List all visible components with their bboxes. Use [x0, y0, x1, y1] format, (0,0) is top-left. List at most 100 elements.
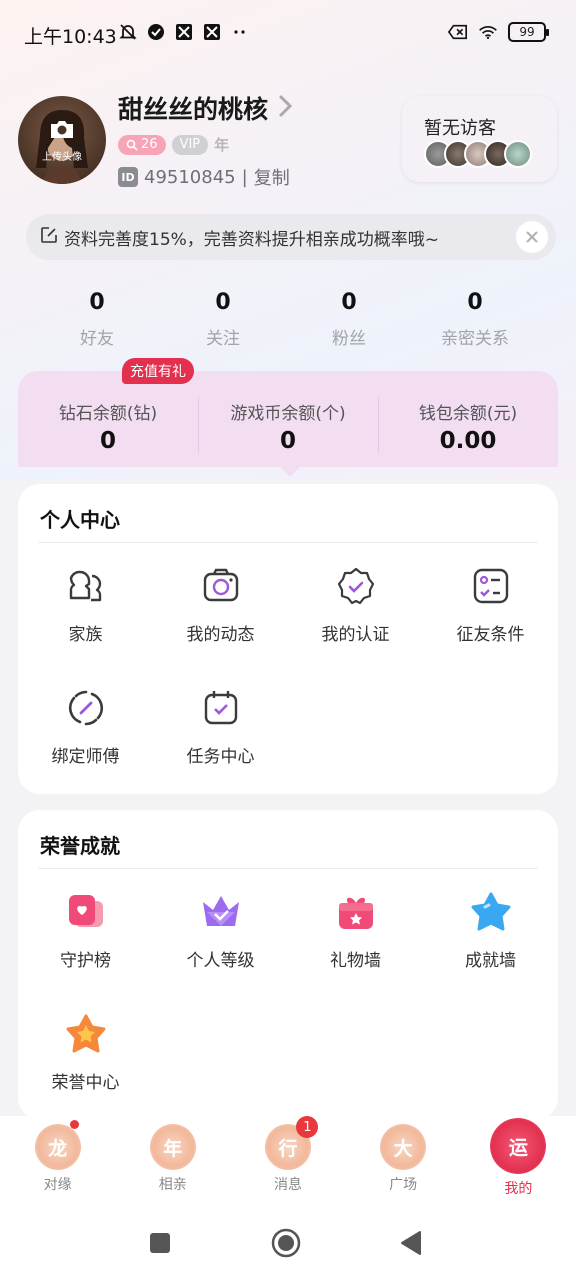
status-icons-right: 99	[448, 22, 549, 42]
menu-item-label: 任务中心	[186, 747, 255, 767]
wallet-value: 0	[99, 428, 116, 454]
user-id: 49510845	[144, 166, 236, 188]
nav-item-match[interactable]: 龙 对缘	[0, 1116, 115, 1208]
battery-icon: 99	[508, 22, 549, 42]
stat-following[interactable]: 0 关注	[160, 290, 286, 349]
menu-item-label: 家族	[68, 625, 103, 645]
menu-item-bind-mentor[interactable]: 绑定师傅	[18, 686, 153, 767]
recharge-gift-badge[interactable]: 充值有礼	[122, 358, 194, 384]
divider	[38, 868, 538, 869]
wallet-value: 0.00	[439, 428, 497, 454]
visitor-card[interactable]: 暂无访客	[402, 96, 557, 182]
nav-item-dating[interactable]: 年 相亲	[115, 1116, 230, 1208]
nav-label: 对缘	[43, 1177, 72, 1193]
wallet-balance[interactable]: 钱包余额(元) 0.00	[378, 371, 558, 467]
wallet-label: 钻石余额(钻)	[58, 404, 158, 424]
verified-badge-icon	[334, 564, 378, 608]
menu-item-label: 绑定师傅	[51, 747, 120, 767]
menu-item-friend-criteria[interactable]: 征友条件	[423, 564, 558, 645]
menu-item-task-center[interactable]: 任务中心	[153, 686, 288, 767]
stat-value: 0	[467, 290, 483, 315]
user-id-row: ID 49510845 | 复制	[118, 164, 290, 190]
username[interactable]: 甜丝丝的桃核	[118, 90, 268, 126]
bottom-nav: 龙 对缘 年 相亲 行 1 消息 大 广场 运 我的	[0, 1116, 576, 1208]
more-icon	[230, 22, 250, 42]
stat-label: 关注	[206, 329, 240, 349]
back-button[interactable]	[396, 1228, 426, 1258]
stat-intimate[interactable]: 0 亲密关系	[412, 290, 538, 349]
nav-item-plaza[interactable]: 大 广场	[346, 1116, 461, 1208]
wallet-label: 钱包余额(元)	[418, 404, 518, 424]
visitor-title: 暂无访客	[424, 118, 496, 139]
vip-badge[interactable]: VIP	[171, 134, 209, 155]
stat-value: 0	[215, 290, 231, 315]
menu-item-guard-ranking[interactable]: 守护榜	[18, 890, 153, 971]
camera-icon	[49, 118, 75, 144]
menu-item-label: 守护榜	[60, 951, 111, 971]
divider	[38, 542, 538, 543]
menu-item-label: 礼物墙	[330, 951, 381, 971]
link-icon	[64, 686, 108, 730]
menu-item-honor-center[interactable]: 荣誉中心	[18, 1012, 153, 1093]
personal-center-card: 个人中心 家族 我的动态 我的认证 征友条件 绑定师傅 任务中心	[18, 484, 558, 794]
menu-item-personal-level[interactable]: 个人等级	[153, 890, 288, 971]
copy-id-button[interactable]: 复制	[254, 164, 290, 190]
nav-label: 相亲	[158, 1177, 187, 1193]
sim-off-icon	[448, 22, 468, 42]
menu-item-my-posts[interactable]: 我的动态	[153, 564, 288, 645]
notification-dot	[70, 1120, 79, 1129]
close-icon[interactable]	[516, 221, 548, 253]
id-icon: ID	[118, 167, 138, 187]
status-bar: 上午10:43 99	[0, 0, 576, 70]
wallet-label: 游戏币余额(个)	[230, 404, 346, 424]
system-nav-bar	[0, 1208, 576, 1280]
stat-value: 0	[89, 290, 105, 315]
recent-apps-button[interactable]	[145, 1228, 175, 1258]
honor-star-icon	[64, 1012, 108, 1056]
wallet-value: 0	[279, 428, 296, 454]
year-icon: 年	[149, 1124, 196, 1170]
stat-label: 粉丝	[332, 329, 366, 349]
nav-label: 广场	[389, 1177, 418, 1193]
avatar-upload[interactable]: 上传头像	[18, 96, 106, 184]
nav-label: 消息	[273, 1177, 302, 1193]
menu-item-label: 我的动态	[186, 625, 255, 645]
check-circle-icon	[146, 22, 166, 42]
calendar-check-icon	[199, 686, 243, 730]
home-button[interactable]	[271, 1228, 301, 1258]
profile-completeness-banner[interactable]: 资料完善度15%，完善资料提升相亲成功概率哦~	[26, 214, 556, 260]
dragon-icon: 龙	[34, 1124, 81, 1170]
level-icon	[126, 139, 138, 151]
camera-icon	[199, 564, 243, 608]
level-badge[interactable]: 26	[118, 134, 166, 155]
menu-item-family[interactable]: 家族	[18, 564, 153, 645]
stat-value: 0	[341, 290, 357, 315]
family-icon	[64, 564, 108, 608]
honor-card: 荣誉成就 守护榜 个人等级 礼物墙 成就墙 荣誉中心	[18, 810, 558, 1120]
stat-fans[interactable]: 0 粉丝	[286, 290, 412, 349]
stat-label: 好友	[80, 329, 114, 349]
menu-item-label: 征友条件	[456, 625, 525, 645]
checklist-icon	[469, 564, 513, 608]
card-title: 荣誉成就	[40, 834, 120, 858]
menu-item-my-verification[interactable]: 我的认证	[288, 564, 423, 645]
visitor-avatars	[424, 140, 532, 168]
status-time: 上午10:43	[24, 26, 117, 48]
vip-period: 年	[214, 136, 230, 154]
card-title: 个人中心	[40, 508, 120, 532]
menu-item-achievement-wall[interactable]: 成就墙	[423, 890, 558, 971]
wallet-diamond[interactable]: 钻石余额(钻) 0	[18, 371, 198, 467]
chevron-right-icon[interactable]	[276, 92, 296, 120]
wallet-game-coins[interactable]: 游戏币余额(个) 0	[198, 371, 378, 467]
menu-item-label: 荣誉中心	[51, 1073, 120, 1093]
visitor-avatar	[504, 140, 532, 168]
wifi-icon	[478, 22, 498, 42]
nav-item-messages[interactable]: 行 1 消息	[230, 1116, 345, 1208]
id-separator: |	[241, 166, 248, 188]
menu-item-gift-wall[interactable]: 礼物墙	[288, 890, 423, 971]
plaza-icon: 大	[380, 1124, 427, 1170]
nav-item-me[interactable]: 运 我的	[461, 1116, 576, 1208]
banner-text: 资料完善度15%，完善资料提升相亲成功概率哦~	[64, 229, 440, 250]
stat-friends[interactable]: 0 好友	[34, 290, 160, 349]
menu-item-label: 个人等级	[186, 951, 255, 971]
